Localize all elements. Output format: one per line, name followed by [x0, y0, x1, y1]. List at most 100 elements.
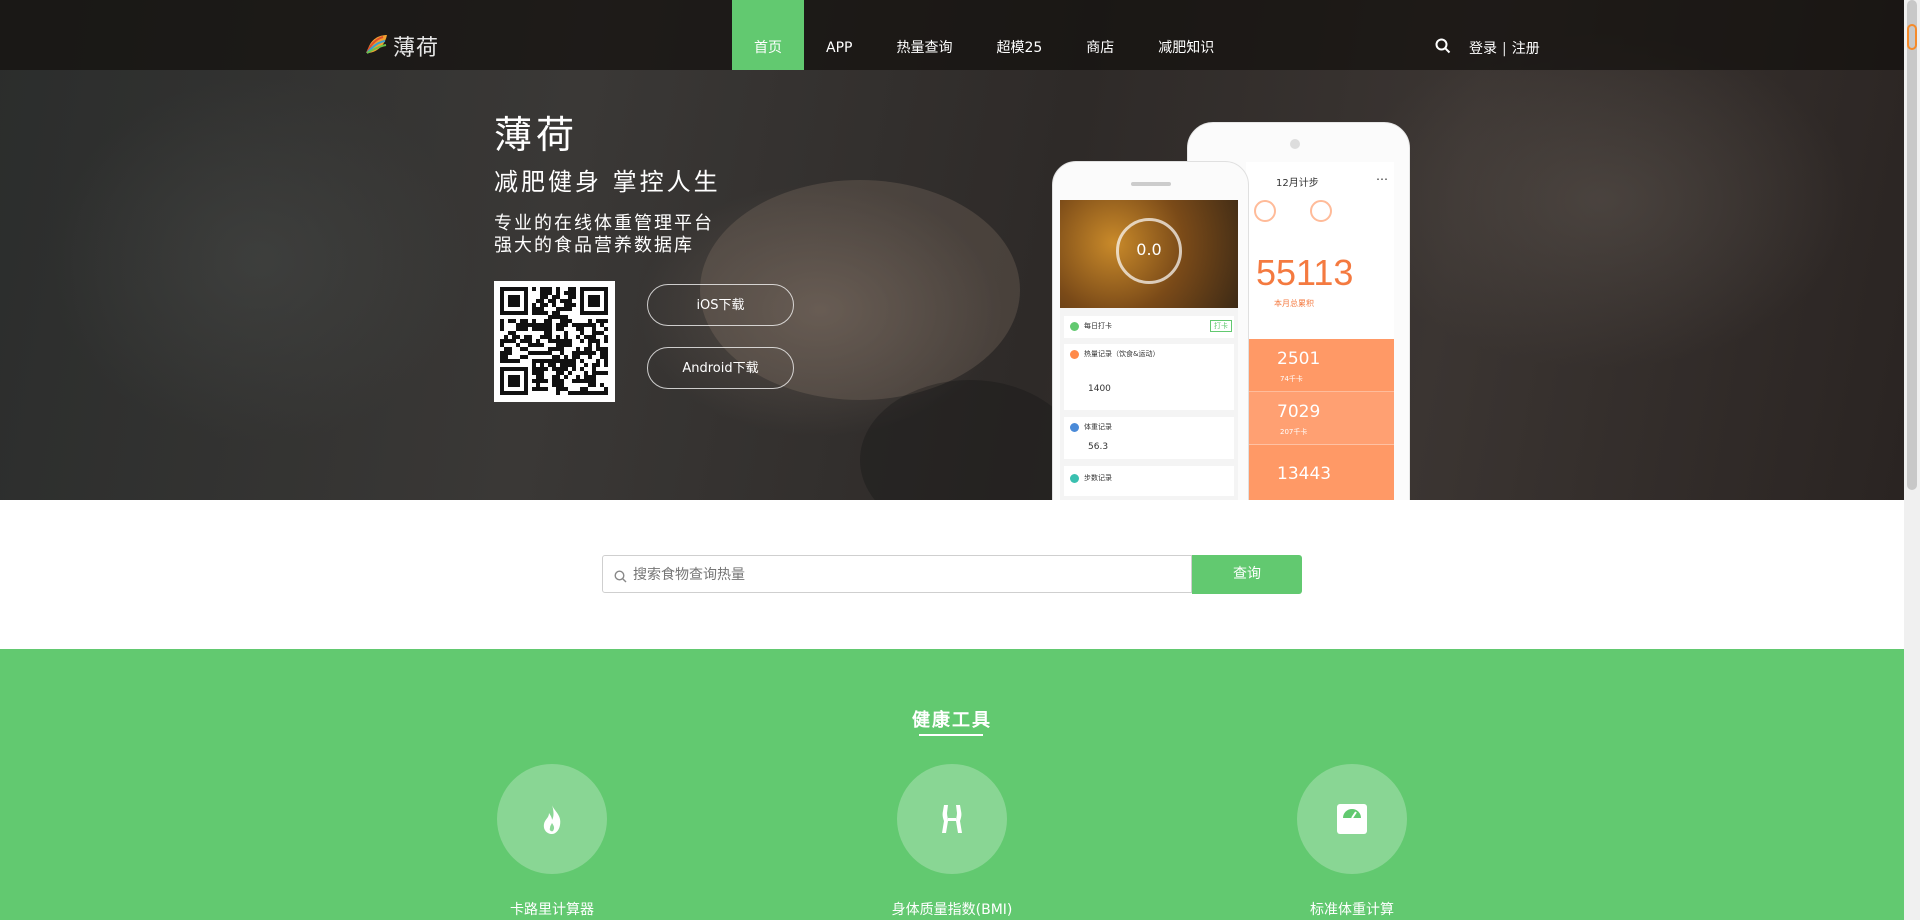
qr-module	[548, 319, 552, 323]
android-download-button[interactable]: Android下载	[647, 347, 794, 389]
qr-module	[596, 339, 600, 343]
nav-item-supermodel25[interactable]: 超模25	[974, 0, 1064, 70]
qr-module	[536, 323, 540, 327]
steps-row-value: 2501	[1277, 349, 1321, 369]
steps-row-sub: 74千卡	[1280, 375, 1303, 383]
qr-module	[600, 323, 604, 327]
qr-module	[560, 383, 564, 387]
qr-module	[560, 359, 564, 363]
calorie-calculator-button[interactable]	[497, 764, 607, 874]
search-query-button[interactable]: 查询	[1192, 555, 1302, 594]
qr-module	[600, 331, 604, 335]
qr-module	[556, 391, 560, 395]
steps-row: 13443	[1246, 445, 1394, 497]
ios-download-button[interactable]: iOS下载	[647, 284, 794, 326]
qr-module	[596, 343, 600, 347]
scrollbar-thumb[interactable]	[1907, 0, 1917, 490]
qr-module	[588, 383, 592, 387]
nav-item-calorie-query[interactable]: 热量查询	[874, 0, 974, 70]
nav-item-home[interactable]: 首页	[732, 0, 804, 70]
qr-module	[592, 383, 596, 387]
qr-module	[512, 339, 516, 343]
qr-module	[572, 363, 576, 367]
steps-row-value: 7029	[1277, 402, 1321, 422]
qr-module	[580, 367, 584, 371]
qr-module	[548, 287, 552, 291]
qr-module	[596, 391, 600, 395]
qr-module	[536, 343, 540, 347]
qr-module	[544, 351, 548, 355]
qr-module	[576, 375, 580, 379]
nav-item-store[interactable]: 商店	[1064, 0, 1136, 70]
qr-module	[564, 363, 568, 367]
search-icon[interactable]	[1435, 38, 1451, 58]
qr-module	[548, 335, 552, 339]
qr-module	[556, 359, 560, 363]
food-search-input[interactable]	[631, 556, 1185, 594]
qr-module	[520, 319, 524, 323]
qr-module	[532, 323, 536, 327]
page-scrollbar[interactable]	[1904, 0, 1920, 920]
qr-module	[548, 327, 552, 331]
qr-module	[588, 347, 592, 351]
qr-module	[532, 359, 536, 363]
qr-module	[592, 331, 596, 335]
qr-module	[564, 299, 568, 303]
qr-module	[600, 319, 604, 323]
qr-module	[560, 327, 564, 331]
qr-module	[540, 363, 544, 367]
qr-module	[504, 339, 508, 343]
qr-module	[540, 303, 544, 307]
qr-module	[540, 367, 544, 371]
qr-module	[584, 375, 588, 379]
nav-item-app[interactable]: APP	[804, 0, 874, 70]
qr-module	[536, 351, 540, 355]
qr-module	[544, 311, 548, 315]
bmi-calculator-button[interactable]	[897, 764, 1007, 874]
qr-module	[548, 363, 552, 367]
calorie-calculator-label[interactable]: 卡路里计算器	[442, 899, 662, 919]
qr-module	[560, 307, 564, 311]
qr-module	[604, 371, 608, 375]
qr-module	[544, 327, 548, 331]
register-link[interactable]: 注册	[1512, 41, 1540, 57]
qr-module	[600, 351, 604, 355]
qr-module	[596, 359, 600, 363]
qr-module	[564, 343, 568, 347]
qr-module	[536, 375, 540, 379]
qr-module	[592, 371, 596, 375]
qr-module	[528, 323, 532, 327]
steps-header: 12月计步	[1276, 178, 1319, 189]
standard-weight-button[interactable]	[1297, 764, 1407, 874]
qr-module	[572, 295, 576, 299]
qr-module	[552, 303, 556, 307]
qr-module	[600, 391, 604, 395]
qr-module	[564, 315, 568, 319]
qr-module	[528, 351, 532, 355]
weight-card: 体重记录 56.3	[1064, 417, 1234, 459]
qr-module	[572, 291, 576, 295]
qr-module	[560, 319, 564, 323]
site-logo[interactable]: 薄荷	[365, 30, 439, 62]
qr-module	[504, 335, 508, 339]
qr-module	[540, 387, 544, 391]
qr-module	[500, 351, 504, 355]
login-link[interactable]: 登录	[1469, 41, 1497, 57]
qr-module	[572, 303, 576, 307]
step-card: 步数记录	[1064, 466, 1234, 496]
qr-module	[568, 391, 572, 395]
standard-weight-label[interactable]: 标准体重计算	[1242, 899, 1462, 919]
qr-module	[548, 339, 552, 343]
nav-item-diet-knowledge[interactable]: 减肥知识	[1136, 0, 1236, 70]
steps-row: 7029 207千卡	[1246, 392, 1394, 445]
qr-module	[500, 327, 504, 331]
qr-module	[572, 355, 576, 359]
qr-module	[520, 339, 524, 343]
qr-module	[532, 371, 536, 375]
qr-module	[528, 339, 532, 343]
bmi-calculator-label[interactable]: 身体质量指数(BMI)	[842, 899, 1062, 919]
qr-module	[532, 311, 536, 315]
qr-module	[592, 339, 596, 343]
qr-module	[568, 291, 572, 295]
qr-module	[560, 363, 564, 367]
